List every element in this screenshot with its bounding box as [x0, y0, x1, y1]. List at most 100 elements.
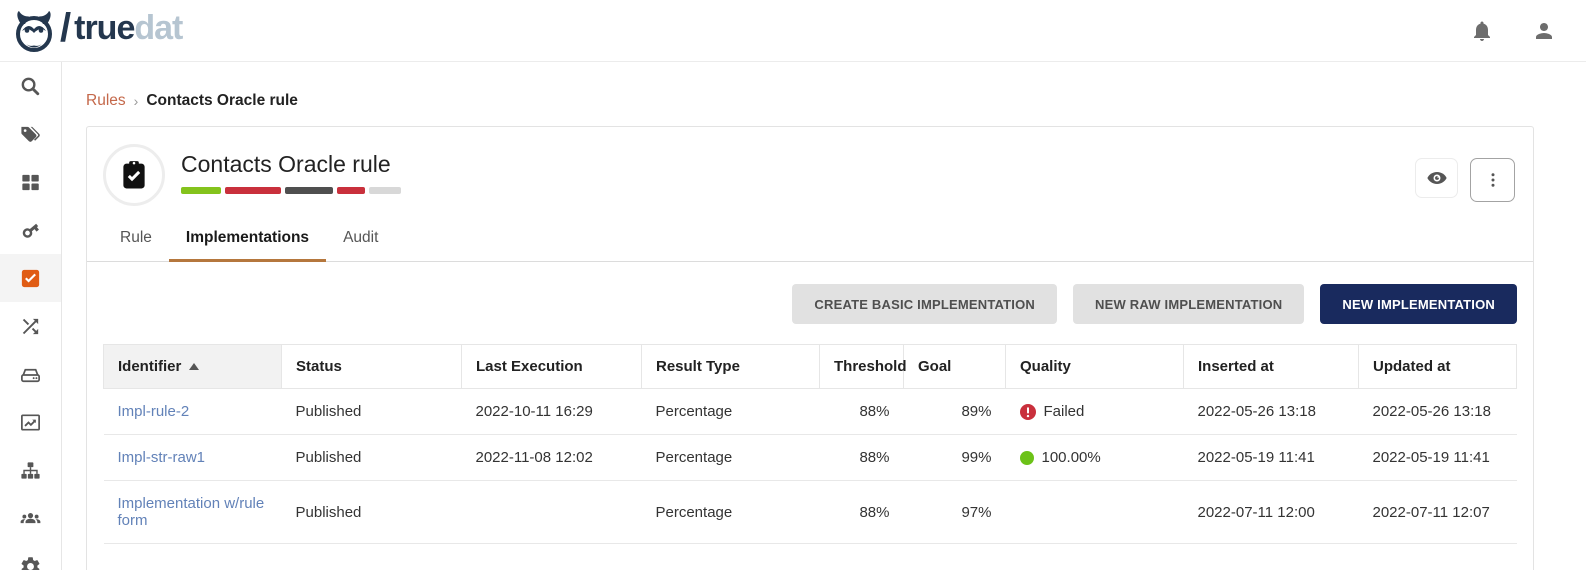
tab-implementations[interactable]: Implementations [169, 218, 326, 262]
column-header-threshold[interactable]: Threshold [820, 345, 904, 389]
quality-cell: Failed [1006, 389, 1184, 435]
breadcrumb: Rules › Contacts Oracle rule [86, 92, 1534, 110]
sidebar [0, 62, 62, 570]
rule-card-header: Contacts Oracle rule [87, 127, 1533, 212]
user-icon[interactable] [1532, 19, 1556, 43]
table-header-row: Identifier Status Last Execution Result … [104, 345, 1517, 389]
rule-avatar [103, 144, 165, 206]
sidebar-item-settings[interactable] [0, 542, 61, 570]
column-header-identifier[interactable]: Identifier [104, 345, 282, 389]
sidebar-item-dashboards[interactable] [0, 158, 61, 206]
users-icon [19, 507, 42, 530]
last-execution-cell: 2022-11-08 12:02 [462, 435, 642, 481]
quality-result-segment [337, 187, 365, 194]
result-type-cell: Percentage [642, 389, 820, 435]
truedat-logo[interactable]: / truedat [12, 6, 182, 55]
sidebar-item-quality-rules[interactable] [0, 254, 61, 302]
sidebar-item-tags[interactable] [0, 110, 61, 158]
column-header-quality[interactable]: Quality [1006, 345, 1184, 389]
threshold-cell: 88% [820, 389, 904, 435]
owl-logo-icon [12, 8, 56, 54]
sidebar-item-users[interactable] [0, 494, 61, 542]
column-label: Identifier [118, 358, 181, 375]
status-cell: Published [282, 389, 462, 435]
sidebar-item-permissions[interactable] [0, 206, 61, 254]
sidebar-item-search[interactable] [0, 62, 61, 110]
quality-label: Failed [1044, 403, 1085, 420]
breadcrumb-separator-icon: › [134, 93, 139, 109]
goal-cell: 99% [904, 435, 1006, 481]
sidebar-item-lineage[interactable] [0, 302, 61, 350]
quality-label: 100.00% [1042, 449, 1101, 466]
tab-audit[interactable]: Audit [326, 218, 395, 262]
breadcrumb-current: Contacts Oracle rule [146, 92, 298, 110]
table-row[interactable]: Impl-rule-2 Published 2022-10-11 16:29 P… [104, 389, 1517, 435]
logo-wordmark: truedat [74, 9, 182, 48]
search-icon [19, 75, 42, 98]
implementation-actions: CREATE BASIC IMPLEMENTATION NEW RAW IMPL… [103, 284, 1517, 324]
new-implementation-button[interactable]: NEW IMPLEMENTATION [1320, 284, 1517, 324]
inserted-at-cell: 2022-07-11 12:00 [1184, 481, 1359, 544]
updated-at-cell: 2022-05-26 13:18 [1359, 389, 1517, 435]
quality-result-segment [285, 187, 333, 194]
sort-asc-icon [189, 363, 199, 370]
last-execution-cell: 2022-10-11 16:29 [462, 389, 642, 435]
rule-header-actions [1415, 144, 1515, 206]
implementation-link[interactable]: Implementation w/rule form [118, 495, 265, 529]
sitemap-icon [19, 459, 42, 482]
inserted-at-cell: 2022-05-26 13:18 [1184, 389, 1359, 435]
bell-icon[interactable] [1470, 19, 1494, 43]
main-content: Rules › Contacts Oracle rule Contacts Or… [62, 62, 1586, 570]
more-actions-button[interactable] [1470, 158, 1515, 202]
implementation-link[interactable]: Impl-rule-2 [118, 403, 190, 420]
create-basic-implementation-button[interactable]: CREATE BASIC IMPLEMENTATION [792, 284, 1057, 324]
table-row[interactable]: Impl-str-raw1 Published 2022-11-08 12:02… [104, 435, 1517, 481]
key-icon [19, 219, 42, 242]
column-header-goal[interactable]: Goal [904, 345, 1006, 389]
sidebar-item-data-structures[interactable] [0, 350, 61, 398]
logo-word-secondary: dat [134, 9, 182, 47]
rule-card: Contacts Oracle rule [86, 126, 1534, 570]
check-square-icon [19, 267, 42, 290]
implementation-link[interactable]: Impl-str-raw1 [118, 449, 206, 466]
eye-icon [1426, 167, 1448, 189]
inserted-at-cell: 2022-05-19 11:41 [1184, 435, 1359, 481]
updated-at-cell: 2022-07-11 12:07 [1359, 481, 1517, 544]
logo-word-primary: true [74, 9, 134, 47]
sidebar-item-taxonomy[interactable] [0, 446, 61, 494]
column-header-result-type[interactable]: Result Type [642, 345, 820, 389]
quality-result-segment [369, 187, 401, 194]
quality-failed-icon [1020, 404, 1036, 420]
new-raw-implementation-button[interactable]: NEW RAW IMPLEMENTATION [1073, 284, 1304, 324]
logo-slash: / [60, 6, 71, 51]
kebab-menu-icon [1484, 171, 1502, 189]
result-type-cell: Percentage [642, 435, 820, 481]
status-cell: Published [282, 481, 462, 544]
column-header-inserted-at[interactable]: Inserted at [1184, 345, 1359, 389]
column-header-status[interactable]: Status [282, 345, 462, 389]
line-chart-icon [19, 411, 42, 434]
watch-button[interactable] [1415, 158, 1458, 198]
column-header-updated-at[interactable]: Updated at [1359, 345, 1517, 389]
gear-icon [19, 555, 42, 570]
quality-cell: 100.00% [1006, 435, 1184, 481]
sidebar-item-analytics[interactable] [0, 398, 61, 446]
quality-result-segment [181, 187, 221, 194]
tab-rule[interactable]: Rule [103, 218, 169, 262]
implementations-table: Identifier Status Last Execution Result … [103, 344, 1517, 544]
clipboard-check-icon [117, 158, 151, 192]
grid-icon [19, 171, 42, 194]
tab-bar: Rule Implementations Audit [87, 212, 1533, 262]
quality-result-segment [225, 187, 281, 194]
topbar: / truedat [0, 0, 1586, 62]
updated-at-cell: 2022-05-19 11:41 [1359, 435, 1517, 481]
quality-cell [1006, 481, 1184, 544]
table-row[interactable]: Implementation w/rule form Published Per… [104, 481, 1517, 544]
tags-icon [19, 123, 42, 146]
shuffle-icon [19, 315, 42, 338]
result-type-cell: Percentage [642, 481, 820, 544]
breadcrumb-rules-link[interactable]: Rules [86, 92, 126, 110]
storage-drive-icon [19, 363, 42, 386]
quality-results-bar [181, 187, 401, 194]
column-header-last-execution[interactable]: Last Execution [462, 345, 642, 389]
